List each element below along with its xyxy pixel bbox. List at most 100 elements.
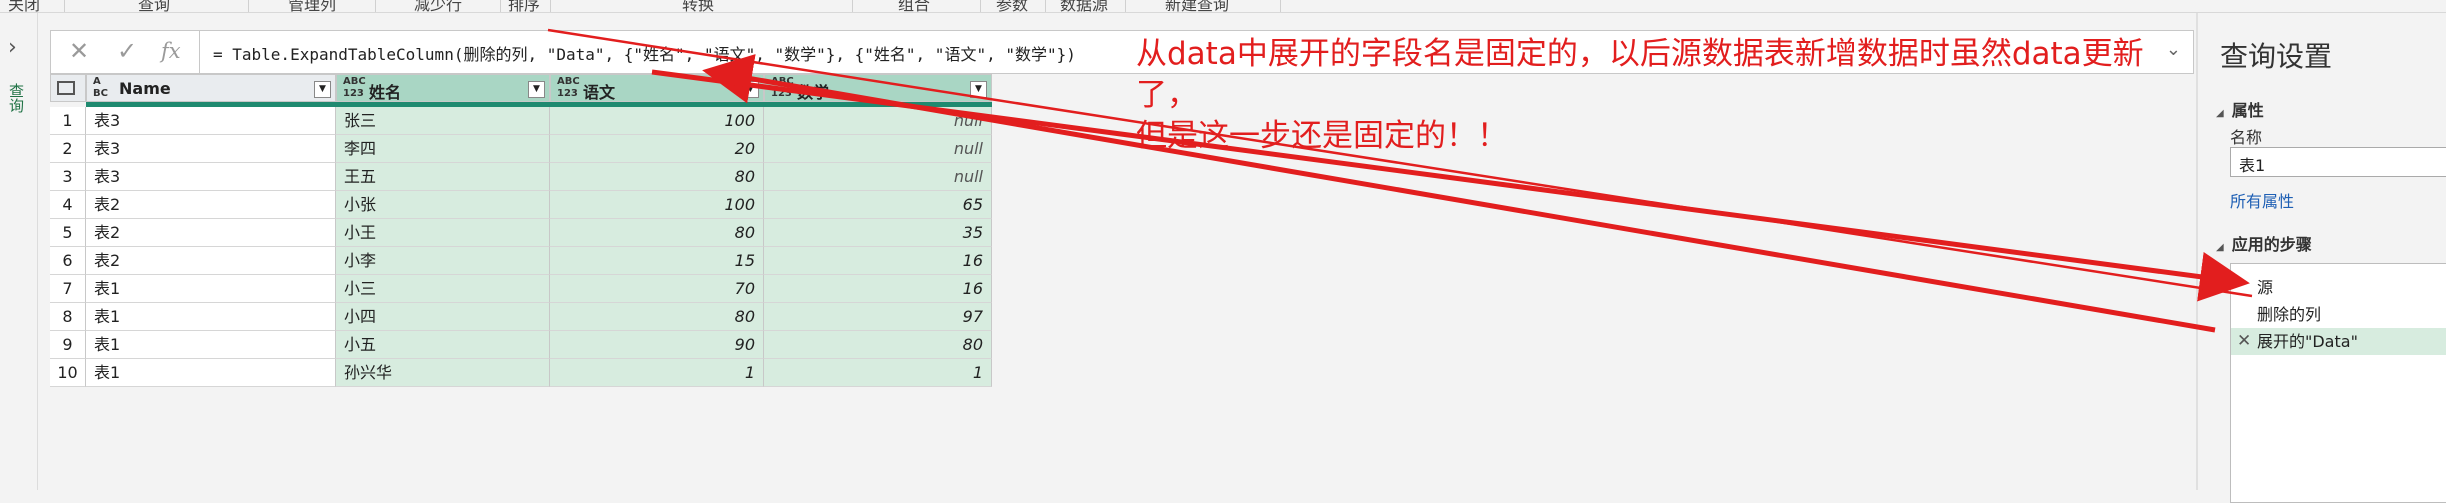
chevron-right-icon[interactable]: › [8, 35, 17, 60]
step-removed-columns[interactable]: 删除的列 [2231, 301, 2446, 328]
step-source[interactable]: 源 [2231, 274, 2446, 301]
table-icon[interactable] [50, 74, 86, 102]
cell-name[interactable]: 表3 [86, 107, 336, 135]
column-header-yuwen[interactable]: ABC 123 语文 ▼ [550, 74, 764, 102]
cell-name[interactable]: 表2 [86, 247, 336, 275]
cell-name[interactable]: 表3 [86, 163, 336, 191]
cell-shuxue[interactable]: null [764, 163, 992, 191]
cell-name[interactable]: 表1 [86, 303, 336, 331]
query-settings-title: 查询设置 [2220, 40, 2333, 73]
row-number[interactable]: 1 [50, 107, 86, 135]
column-header-name[interactable]: A BC Name ▼ [86, 74, 336, 102]
ribbon-sort[interactable]: 排序 [508, 0, 540, 12]
row-number[interactable]: 5 [50, 219, 86, 247]
text-type-icon[interactable]: A BC [93, 76, 108, 100]
query-name-input[interactable]: 表1 [2230, 147, 2446, 177]
cell-shuxue[interactable]: 65 [764, 191, 992, 219]
annotation-note: 从data中展开的字段名是固定的，以后源数据表新增数据时虽然data更新了， 但… [1136, 34, 2196, 157]
cell-xingming[interactable]: 小李 [336, 247, 550, 275]
cell-xingming[interactable]: 小张 [336, 191, 550, 219]
queries-label[interactable]: 查询 [6, 83, 27, 113]
collapse-triangle-icon[interactable]: ◢ [2216, 242, 2224, 253]
ribbon-close[interactable]: 关闭 [8, 0, 40, 12]
row-number[interactable]: 10 [50, 359, 86, 387]
cell-shuxue[interactable]: 80 [764, 331, 992, 359]
cell-yuwen[interactable]: 15 [550, 247, 764, 275]
annotation-line-2: 但是这一步还是固定的！！ [1136, 118, 1508, 154]
ribbon-manage-columns[interactable]: 管理列 [288, 0, 336, 12]
cell-yuwen[interactable]: 80 [550, 163, 764, 191]
ribbon-data-sources[interactable]: 数据源 [1060, 0, 1108, 12]
applied-steps-section[interactable]: ◢ 应用的步骤 [2216, 231, 2312, 255]
cell-xingming[interactable]: 孙兴华 [336, 359, 550, 387]
cell-xingming[interactable]: 李四 [336, 135, 550, 163]
filter-dropdown-icon[interactable]: ▼ [970, 81, 987, 98]
column-header-xingming[interactable]: ABC 123 姓名 ▼ [336, 74, 550, 102]
cell-yuwen[interactable]: 100 [550, 107, 764, 135]
ribbon-new-query[interactable]: 新建查询 [1165, 0, 1229, 12]
properties-section[interactable]: ◢ 属性 [2216, 97, 2264, 121]
cell-name[interactable]: 表3 [86, 135, 336, 163]
column-header-label: 姓名 [369, 83, 402, 102]
query-settings-pane: 查询设置 ◢ 属性 名称 表1 所有属性 ◢ 应用的步骤 源 删除的列 ✕ 展开的"D… [2196, 13, 2446, 503]
cell-yuwen[interactable]: 80 [550, 219, 764, 247]
name-label: 名称 [2230, 128, 2263, 147]
row-number[interactable]: 6 [50, 247, 86, 275]
any-type-icon[interactable]: ABC 123 [343, 76, 366, 100]
row-number[interactable]: 4 [50, 191, 86, 219]
cell-shuxue[interactable]: 16 [764, 275, 992, 303]
cell-shuxue[interactable]: 1 [764, 359, 992, 387]
ribbon: 关闭 查询 管理列 减少行 排序 转换 组合 参数 数据源 新建查询 [0, 0, 2446, 13]
cell-xingming[interactable]: 小五 [336, 331, 550, 359]
ribbon-reduce-rows[interactable]: 减少行 [414, 0, 462, 12]
cell-xingming[interactable]: 小王 [336, 219, 550, 247]
annotation-line-1: 从data中展开的字段名是固定的，以后源数据表新增数据时虽然data更新了， [1136, 36, 2144, 113]
row-number[interactable]: 7 [50, 275, 86, 303]
cell-name[interactable]: 表1 [86, 331, 336, 359]
cell-xingming[interactable]: 小三 [336, 275, 550, 303]
cell-xingming[interactable]: 张三 [336, 107, 550, 135]
ribbon-combine[interactable]: 组合 [898, 0, 930, 12]
cell-yuwen[interactable]: 70 [550, 275, 764, 303]
cell-name[interactable]: 表2 [86, 191, 336, 219]
cell-shuxue[interactable]: null [764, 107, 992, 135]
cell-shuxue[interactable]: 16 [764, 247, 992, 275]
delete-step-icon[interactable]: ✕ [2237, 328, 2251, 355]
ribbon-transform[interactable]: 转换 [682, 0, 714, 12]
cell-yuwen[interactable]: 100 [550, 191, 764, 219]
any-type-icon[interactable]: ABC 123 [771, 76, 794, 100]
ribbon-query[interactable]: 查询 [138, 0, 170, 12]
filter-dropdown-icon[interactable]: ▼ [528, 81, 545, 98]
cell-yuwen[interactable]: 1 [550, 359, 764, 387]
cell-xingming[interactable]: 小四 [336, 303, 550, 331]
any-type-icon[interactable]: ABC 123 [557, 76, 580, 100]
column-header-label: Name [119, 79, 171, 98]
row-number[interactable]: 8 [50, 303, 86, 331]
filter-dropdown-icon[interactable]: ▼ [742, 81, 759, 98]
close-icon[interactable]: ✕ [69, 37, 89, 65]
column-header-label: 数学 [797, 83, 830, 102]
column-header-label: 语文 [583, 83, 616, 102]
cell-yuwen[interactable]: 80 [550, 303, 764, 331]
collapse-triangle-icon[interactable]: ◢ [2216, 108, 2224, 119]
cell-name[interactable]: 表1 [86, 359, 336, 387]
step-expanded-data[interactable]: ✕ 展开的"Data" [2231, 328, 2446, 355]
column-header-shuxue[interactable]: ABC 123 数学 ▼ [764, 74, 992, 102]
fx-icon[interactable]: fx [161, 39, 181, 63]
cell-xingming[interactable]: 王五 [336, 163, 550, 191]
cell-yuwen[interactable]: 90 [550, 331, 764, 359]
row-number[interactable]: 2 [50, 135, 86, 163]
row-number[interactable]: 9 [50, 331, 86, 359]
cell-name[interactable]: 表2 [86, 219, 336, 247]
cell-shuxue[interactable]: 97 [764, 303, 992, 331]
cell-shuxue[interactable]: 35 [764, 219, 992, 247]
all-properties-link[interactable]: 所有属性 [2230, 188, 2294, 212]
row-number[interactable]: 3 [50, 163, 86, 191]
formula-input[interactable]: = Table.ExpandTableColumn(删除的列, "Data", … [213, 41, 1076, 65]
cell-yuwen[interactable]: 20 [550, 135, 764, 163]
check-icon[interactable]: ✓ [117, 37, 137, 65]
ribbon-parameters[interactable]: 参数 [996, 0, 1028, 12]
filter-dropdown-icon[interactable]: ▼ [314, 81, 331, 98]
cell-shuxue[interactable]: null [764, 135, 992, 163]
cell-name[interactable]: 表1 [86, 275, 336, 303]
